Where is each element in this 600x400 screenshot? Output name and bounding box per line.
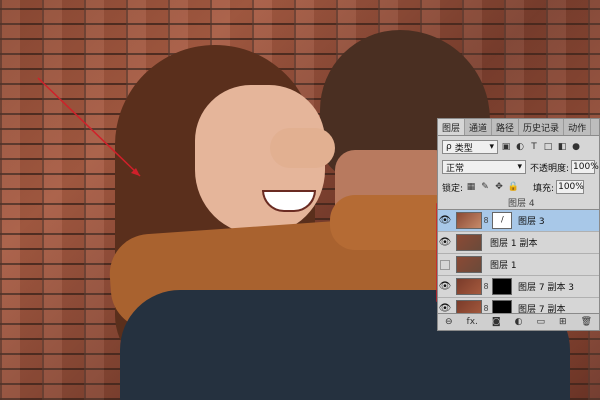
lock-label: 锁定: — [442, 183, 464, 194]
chain-link-icon[interactable]: 8 — [482, 216, 490, 225]
layer-thumbnail — [456, 256, 482, 273]
lock-row: 锁定: ▦ ✎ ✥ 🔒 填充: 100% — [438, 177, 599, 197]
search-icon: ρ — [446, 142, 452, 152]
blend-mode-label: 正常 — [446, 163, 465, 174]
layer-mask-thumbnail[interactable]: / — [492, 212, 512, 229]
tab-paths[interactable]: 路径 — [492, 119, 520, 135]
filter-shape-icon[interactable]: □ — [542, 141, 554, 153]
layer-thumbnail — [456, 278, 482, 295]
lock-all-icon[interactable]: 🔒 — [507, 181, 519, 193]
panel-tabs: 图层 通道 路径 历史记录 动作 — [438, 119, 599, 136]
fx-icon[interactable]: fx. — [467, 317, 478, 327]
layer-thumbnail — [456, 212, 482, 229]
filter-kind-select[interactable]: ρ 类型 ▾ — [442, 140, 498, 154]
tab-channels[interactable]: 通道 — [465, 119, 493, 135]
fill-field[interactable]: 100% — [556, 180, 585, 194]
eye-icon[interactable]: 👁 — [438, 215, 452, 226]
tab-actions[interactable]: 动作 — [564, 119, 592, 135]
filter-pixel-icon[interactable]: ▣ — [500, 141, 512, 153]
lock-position-icon[interactable]: ✥ — [493, 181, 505, 193]
group-icon[interactable]: ▭ — [537, 317, 546, 327]
layer-mask-thumbnail[interactable] — [492, 278, 512, 295]
filter-toggle-icon[interactable]: ● — [570, 141, 582, 153]
opacity-label: 不透明度: — [530, 163, 570, 174]
layer-row-7-copy-3[interactable]: 👁 8 图层 7 副本 3 — [438, 276, 599, 298]
layer-name: 图层 1 副本 — [490, 239, 538, 249]
layers-panel: 图层 通道 路径 历史记录 动作 ρ 类型 ▾ ▣ ◐ T □ ◧ ● 正常 ▾… — [437, 118, 600, 331]
tab-history[interactable]: 历史记录 — [519, 119, 565, 135]
hand — [270, 128, 335, 168]
chevron-down-icon: ▾ — [517, 162, 522, 172]
chain-link-icon[interactable]: 8 — [482, 304, 490, 313]
layer-name: 图层 7 副本 3 — [518, 283, 575, 293]
filter-smart-icon[interactable]: ◧ — [556, 141, 568, 153]
trash-icon[interactable]: 🗑 — [581, 317, 592, 327]
fill-label: 填充: — [533, 183, 555, 194]
link-icon[interactable]: ⊖ — [445, 317, 453, 327]
visibility-off-box[interactable] — [440, 259, 450, 270]
layer-partial-name: 图层 4 — [508, 198, 535, 209]
lock-pixels-icon[interactable]: ✎ — [479, 181, 491, 193]
mask-icon[interactable]: ◙ — [492, 317, 501, 327]
eye-icon[interactable]: 👁 — [438, 237, 452, 248]
chevron-down-icon: ▾ — [489, 142, 494, 152]
filter-kind-label: 类型 — [454, 143, 473, 154]
opacity-field[interactable]: 100% — [571, 160, 599, 174]
adjustment-icon[interactable]: ◐ — [515, 317, 523, 327]
tab-layers[interactable]: 图层 — [438, 119, 466, 135]
layer-list: 👁 8 / 图层 3 👁 图层 1 副本 图层 1 👁 8 图层 7 副本 3 — [438, 209, 599, 316]
panel-bottom-toolbar: ⊖ fx. ◙ ◐ ▭ ⊞ 🗑 — [438, 313, 599, 330]
filter-type-icon[interactable]: T — [528, 141, 540, 153]
layer-name: 图层 3 — [518, 217, 545, 227]
chain-link-icon[interactable]: 8 — [482, 282, 490, 291]
blend-row: 正常 ▾ 不透明度: 100% — [438, 157, 599, 177]
lock-transparent-icon[interactable]: ▦ — [465, 181, 477, 193]
filter-row: ρ 类型 ▾ ▣ ◐ T □ ◧ ● — [438, 137, 599, 157]
new-layer-icon[interactable]: ⊞ — [559, 317, 567, 327]
layer-name: 图层 1 — [490, 261, 517, 271]
layer-partial-top[interactable]: 图层 4 — [438, 195, 599, 209]
eye-icon[interactable]: 👁 — [438, 281, 452, 292]
blend-mode-select[interactable]: 正常 ▾ — [442, 160, 526, 174]
layer-row-1-copy[interactable]: 👁 图层 1 副本 — [438, 232, 599, 254]
layer-thumbnail — [456, 234, 482, 251]
layer-row-3[interactable]: 👁 8 / 图层 3 — [438, 210, 599, 232]
layer-row-1[interactable]: 图层 1 — [438, 254, 599, 276]
filter-adjustment-icon[interactable]: ◐ — [514, 141, 526, 153]
